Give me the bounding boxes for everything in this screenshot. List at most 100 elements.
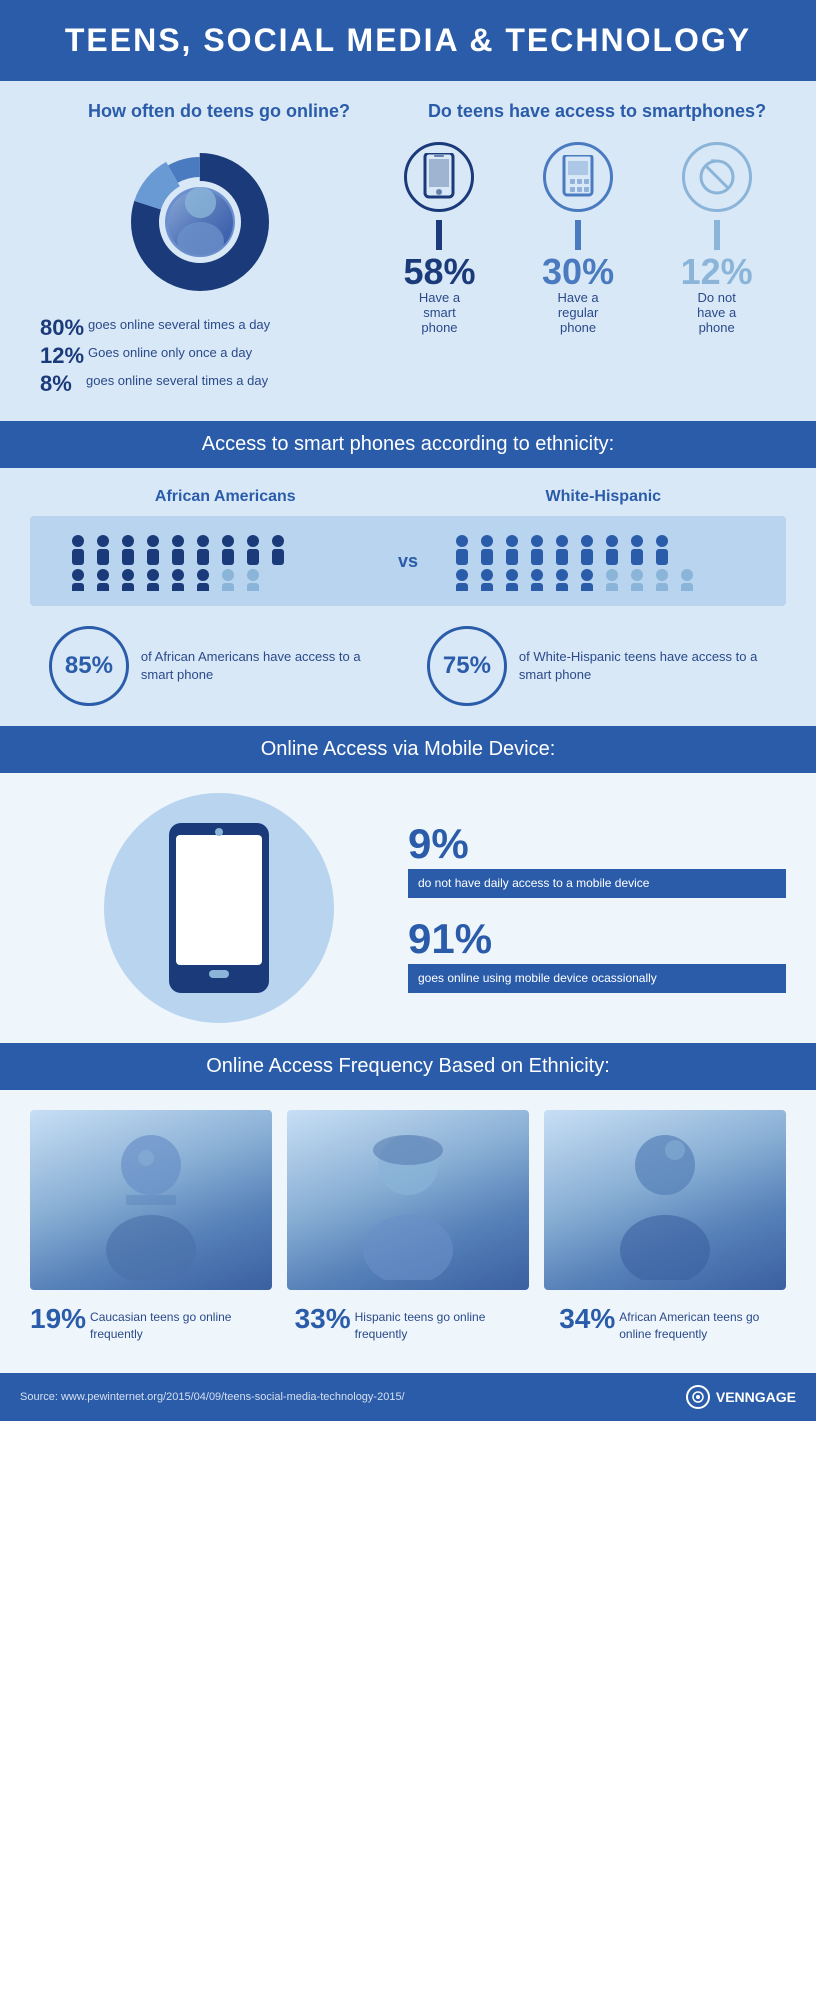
teen-avatar — [168, 190, 233, 255]
regular-phone-label: Have aregularphone — [557, 290, 598, 335]
mobile-stat-9: 9% do not have daily access to a mobile … — [408, 823, 786, 898]
smartphone-pct: 58% — [403, 254, 475, 290]
mobile-stat-91-text: goes online using mobile device ocassion… — [418, 971, 657, 985]
stat-desc-12: Goes online only once a day — [88, 345, 252, 362]
stat-desc-80: goes online several times a day — [88, 317, 270, 334]
teen-pct-hispanic: 33% — [295, 1305, 351, 1333]
mobile-band-label: Online Access via Mobile Device: — [261, 738, 556, 760]
wh-bubble-circle: 75% — [427, 626, 507, 706]
brand-icon — [686, 1385, 710, 1409]
african-american-stat: 85% of African Americans have access to … — [49, 626, 389, 706]
white-hispanic-people — [450, 531, 751, 591]
brand-name: VENNGAGE — [716, 1389, 796, 1405]
stat-desc-8: goes online several times a day — [86, 373, 268, 390]
teen-pct-african-american: 34% — [559, 1305, 615, 1333]
teen-placeholder-3 — [544, 1110, 786, 1290]
teen-stat-african-american: 34% African American teens go online fre… — [559, 1305, 786, 1343]
teen-photos-row — [30, 1110, 786, 1290]
left-heading: How often do teens go online? — [49, 101, 389, 122]
wh-bubble-pct: 75% — [443, 652, 491, 680]
frequency-band: Online Access Frequency Based on Ethnici… — [0, 1043, 816, 1090]
teen-photo-hispanic — [287, 1110, 529, 1290]
phone-camera — [215, 828, 223, 836]
donut-chart — [120, 142, 280, 302]
regular-phone-icon-circle — [543, 142, 613, 212]
white-hispanic-stat: 75% of White-Hispanic teens have access … — [427, 626, 767, 706]
mobile-stat-91-pct: 91% — [408, 918, 786, 960]
section1-content: 80% goes online several times a day 12% … — [30, 142, 786, 401]
footer: Source: www.pewinternet.org/2015/04/09/t… — [0, 1373, 816, 1421]
right-column: 58% Have asmartphone — [370, 142, 786, 401]
teen-text-caucasian: Caucasian teens go online frequently — [90, 1309, 257, 1343]
section-online-frequency: How often do teens go online? Do teens h… — [0, 81, 816, 421]
smartphone-icon-circle — [404, 142, 474, 212]
ethnicity-labels: African Americans White-Hispanic — [30, 488, 786, 506]
phone-circle-bg — [104, 793, 334, 1023]
footer-source: Source: www.pewinternet.org/2015/04/09/t… — [20, 1391, 405, 1403]
people-comparison-row: vs — [30, 516, 786, 606]
smartphone-label: Have asmartphone — [419, 290, 460, 335]
teen-text-hispanic: Hispanic teens go online frequently — [355, 1309, 522, 1343]
stat-item-80: 80% goes online several times a day — [40, 317, 370, 339]
aa-bubble-circle: 85% — [49, 626, 129, 706]
teen-stat-hispanic: 33% Hispanic teens go online frequently — [295, 1305, 522, 1343]
phone-device-illustration — [169, 823, 269, 993]
teen-placeholder-2 — [287, 1110, 529, 1290]
no-phone-item: 12% Do nothave aphone — [654, 142, 779, 335]
stat-pct-80: 80% — [40, 317, 84, 339]
mobile-stat-9-pct: 9% — [408, 823, 786, 865]
people-icons-left — [66, 531, 316, 591]
page-title: TEENS, SOCIAL MEDIA & TECHNOLOGY — [20, 22, 796, 59]
phone-icons-row: 58% Have asmartphone — [370, 142, 786, 335]
bar-light — [714, 220, 720, 250]
right-heading: Do teens have access to smartphones? — [427, 101, 767, 122]
no-phone-label: Do nothave aphone — [697, 290, 736, 335]
aa-bubble-text: of African Americans have access to a sm… — [141, 648, 389, 684]
mobile-content: 9% do not have daily access to a mobile … — [30, 793, 786, 1023]
phone-home-btn — [209, 970, 229, 978]
regular-phone-pct: 30% — [542, 254, 614, 290]
no-phone-pct: 12% — [681, 254, 753, 290]
regular-phone-item: 30% Have aregularphone — [516, 142, 641, 335]
stat-pct-12: 12% — [40, 345, 84, 367]
mobile-stat-9-box: do not have daily access to a mobile dev… — [408, 869, 786, 898]
section-ethnicity: African Americans White-Hispanic — [0, 468, 816, 726]
mobile-stats: 9% do not have daily access to a mobile … — [408, 823, 786, 993]
mobile-stat-91: 91% goes online using mobile device ocas… — [408, 918, 786, 993]
phone-screen — [176, 835, 262, 965]
stat-item-12: 12% Goes online only once a day — [40, 345, 370, 367]
footer-brand: VENNGAGE — [686, 1385, 796, 1409]
teen-photo-african-american — [544, 1110, 786, 1290]
teen-stat-caucasian: 19% Caucasian teens go online frequently — [30, 1305, 257, 1343]
people-icons-right — [450, 531, 700, 591]
section-frequency-ethnicity: 19% Caucasian teens go online frequently… — [0, 1090, 816, 1373]
left-column: 80% goes online several times a day 12% … — [30, 142, 370, 401]
phone-graphic — [30, 793, 408, 1023]
section1-headers: How often do teens go online? Do teens h… — [30, 101, 786, 122]
stat-item-8: 8% goes online several times a day — [40, 373, 370, 395]
teen-text-african-american: African American teens go online frequen… — [619, 1309, 786, 1343]
wh-bubble-text: of White-Hispanic teens have access to a… — [519, 648, 767, 684]
vs-label: vs — [398, 551, 418, 572]
mobile-band: Online Access via Mobile Device: — [0, 726, 816, 773]
white-hispanic-label: White-Hispanic — [546, 488, 662, 506]
mobile-stat-91-box: goes online using mobile device ocassion… — [408, 964, 786, 993]
bar-dark — [436, 220, 442, 250]
ethnicity-band-label: Access to smart phones according to ethn… — [202, 433, 614, 455]
stat-pct-8: 8% — [40, 373, 82, 395]
frequency-stats-list: 80% goes online several times a day 12% … — [30, 317, 370, 401]
section-mobile: 9% do not have daily access to a mobile … — [0, 773, 816, 1043]
teen-pct-caucasian: 19% — [30, 1305, 86, 1333]
frequency-band-label: Online Access Frequency Based on Ethnici… — [206, 1055, 610, 1077]
mobile-stat-9-text: do not have daily access to a mobile dev… — [418, 876, 649, 890]
bar-mid — [575, 220, 581, 250]
african-american-people — [66, 531, 367, 591]
stat-bubbles: 85% of African Americans have access to … — [30, 626, 786, 706]
ethnicity-band: Access to smart phones according to ethn… — [0, 421, 816, 468]
teen-placeholder-1 — [30, 1110, 272, 1290]
page-header: TEENS, SOCIAL MEDIA & TECHNOLOGY — [0, 0, 816, 81]
no-phone-icon-circle — [682, 142, 752, 212]
donut-photo — [165, 187, 235, 257]
african-american-label: African Americans — [155, 488, 296, 506]
smartphone-item: 58% Have asmartphone — [377, 142, 502, 335]
